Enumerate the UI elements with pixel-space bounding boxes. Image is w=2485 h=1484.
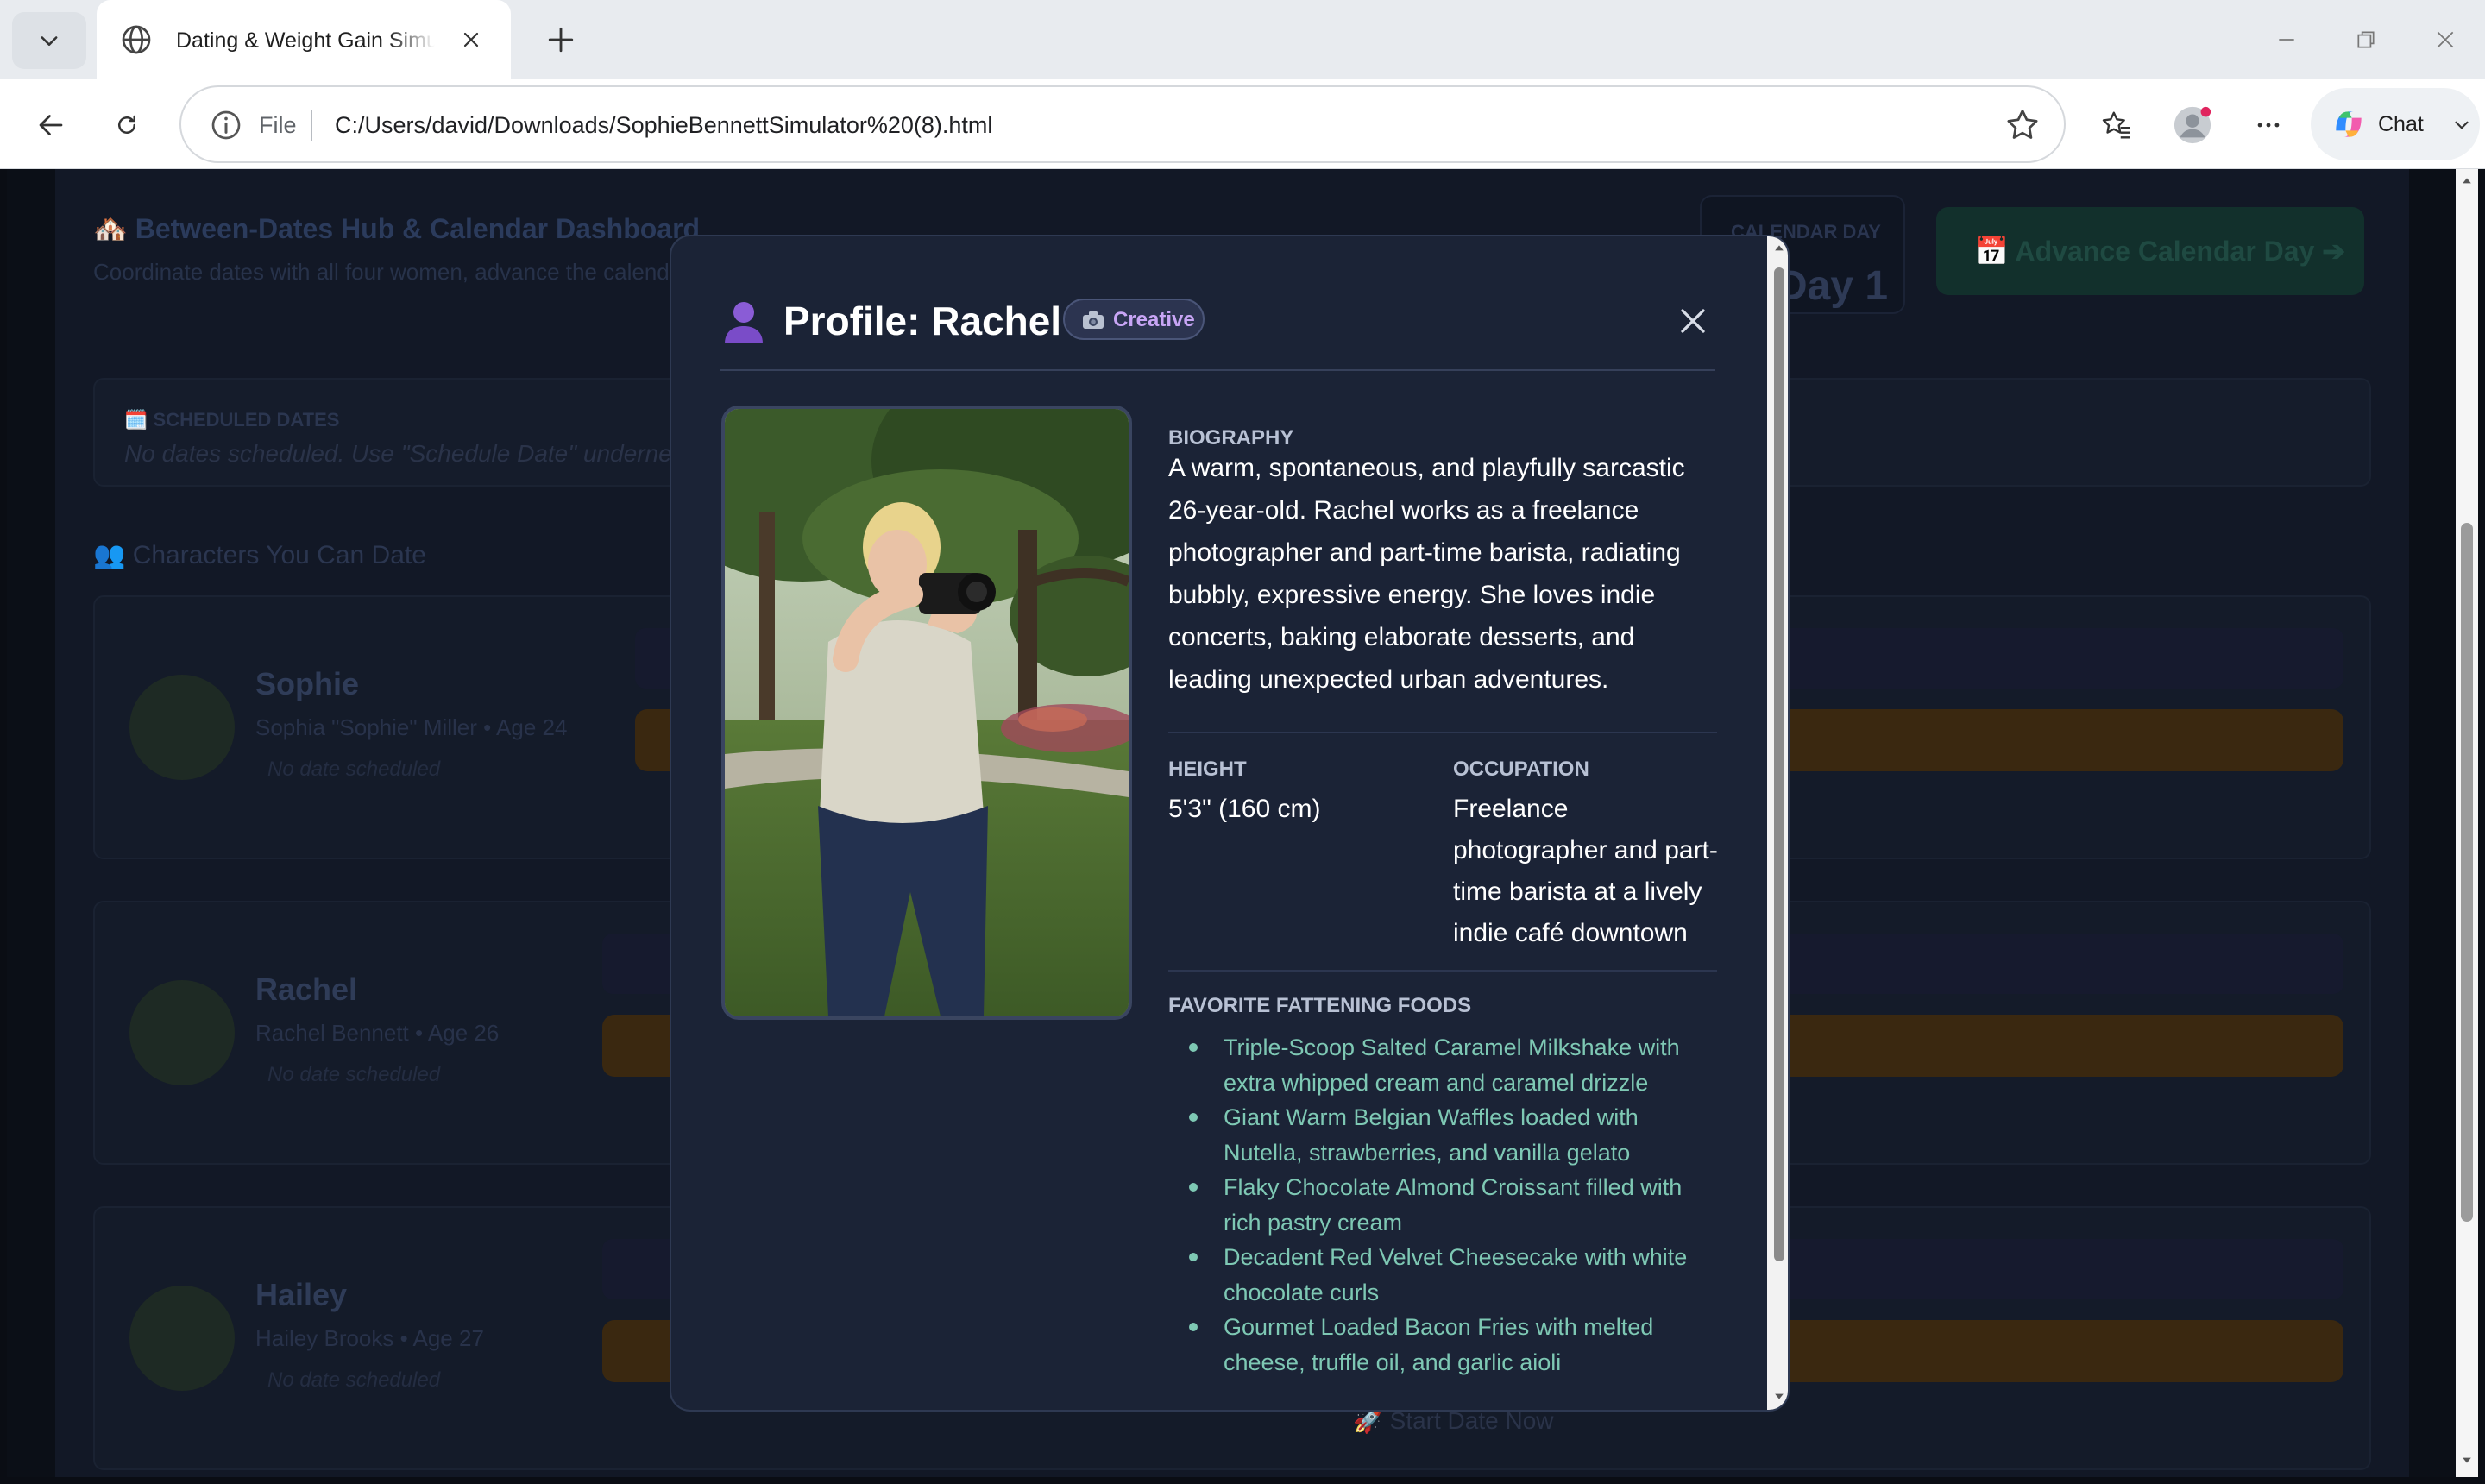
tab-actions-menu-button[interactable] bbox=[12, 12, 86, 69]
biography-text: A warm, spontaneous, and playfully sarca… bbox=[1168, 454, 1685, 694]
character-name: Rachel bbox=[255, 972, 358, 1007]
restore-icon bbox=[2357, 31, 2375, 48]
stats-divider bbox=[1168, 970, 1717, 972]
character-name: Sophie bbox=[255, 666, 360, 701]
personality-badge: Creative bbox=[1063, 299, 1205, 340]
character-detail: Rachel Bennett • Age 26 bbox=[255, 1020, 500, 1046]
advance-calendar-day-label: 📅 Advance Calendar Day ➔ bbox=[1974, 236, 2346, 267]
page-scroll-thumb[interactable] bbox=[2461, 523, 2473, 1222]
occupation-label: OCCUPATION bbox=[1453, 758, 1589, 781]
scheduled-dates-empty: No dates scheduled. Use "Schedule Date" … bbox=[124, 440, 706, 467]
new-tab-button[interactable] bbox=[540, 19, 582, 60]
address-separator bbox=[311, 110, 312, 141]
favorite-foods-label: FAVORITE FATTENING FOODS bbox=[1168, 994, 1472, 1017]
address-bar[interactable]: File C:/Users/david/Downloads/SophieBenn… bbox=[179, 85, 2066, 163]
tab-title: Dating & Weight Gain Simulator bbox=[176, 28, 435, 53]
character-status: No date scheduled bbox=[267, 1368, 441, 1392]
characters-title: 👥 Characters You Can Date bbox=[93, 541, 426, 569]
globe-icon bbox=[122, 25, 151, 54]
scroll-down-icon[interactable] bbox=[1774, 1391, 1784, 1401]
restore-button[interactable] bbox=[2345, 21, 2387, 59]
list-item: Flaky Chocolate Almond Croissant filled … bbox=[1189, 1170, 1719, 1240]
height-label: HEIGHT bbox=[1168, 758, 1247, 781]
modal-title: Profile: Rachel bbox=[783, 299, 1062, 343]
close-icon bbox=[463, 32, 479, 47]
avatar bbox=[129, 980, 235, 1085]
modal-header-divider bbox=[720, 369, 1715, 371]
reload-button[interactable] bbox=[104, 102, 150, 148]
profile-button[interactable] bbox=[2169, 102, 2216, 148]
arrow-left-icon bbox=[39, 115, 63, 135]
more-horizontal-icon bbox=[2257, 123, 2280, 128]
occupation-value: Freelance photographer and part-time bar… bbox=[1453, 795, 1718, 947]
copilot-chat-button[interactable]: Chat bbox=[2311, 88, 2480, 160]
modal-scroll-thumb[interactable] bbox=[1774, 267, 1784, 1261]
avatar bbox=[129, 1286, 235, 1391]
info-icon[interactable] bbox=[209, 108, 243, 142]
list-item: Triple-Scoop Salted Caramel Milkshake wi… bbox=[1189, 1030, 1719, 1100]
scroll-up-icon[interactable] bbox=[1774, 243, 1784, 254]
minimize-button[interactable] bbox=[2266, 21, 2307, 59]
close-icon bbox=[2437, 31, 2454, 48]
copilot-logo-icon bbox=[2336, 111, 2362, 137]
avatar bbox=[2174, 106, 2211, 144]
calendar-day-value: Day 1 bbox=[1777, 263, 1889, 309]
url-scheme-label: File bbox=[259, 112, 297, 138]
avatar bbox=[129, 675, 235, 780]
character-status: No date scheduled bbox=[267, 1063, 441, 1086]
profile-modal: Profile: Rachel Creative BIOGRAPHY A war… bbox=[670, 235, 1790, 1412]
character-name: Hailey bbox=[255, 1277, 348, 1312]
favorites-button[interactable] bbox=[2093, 102, 2140, 148]
scroll-up-icon[interactable] bbox=[2462, 176, 2472, 186]
star-icon[interactable] bbox=[2004, 106, 2041, 144]
minimize-icon bbox=[2279, 39, 2294, 41]
camera-icon bbox=[1083, 311, 1104, 329]
reload-icon bbox=[118, 115, 135, 134]
page-scrollbar[interactable] bbox=[2456, 169, 2478, 1477]
active-tab[interactable]: Dating & Weight Gain Simulator bbox=[97, 0, 511, 79]
hub-title: 🏘️ Between-Dates Hub & Calendar Dashboar… bbox=[93, 213, 701, 244]
browser-tab-bar: Dating & Weight Gain Simulator bbox=[0, 0, 2485, 79]
character-detail: Hailey Brooks • Age 27 bbox=[255, 1325, 484, 1351]
modal-scrollbar[interactable] bbox=[1767, 236, 1788, 1410]
plus-icon bbox=[548, 27, 574, 53]
scheduled-dates-title: 🗓️ SCHEDULED DATES bbox=[124, 409, 340, 431]
list-item: Giant Warm Belgian Waffles loaded with N… bbox=[1189, 1100, 1719, 1170]
browser-toolbar: File C:/Users/david/Downloads/SophieBenn… bbox=[0, 79, 2485, 169]
back-button[interactable] bbox=[28, 102, 74, 148]
badge-label: Creative bbox=[1113, 308, 1195, 331]
tab-close-button[interactable] bbox=[454, 22, 488, 57]
favorites-star-icon bbox=[2102, 111, 2130, 139]
character-status: No date scheduled bbox=[267, 758, 441, 781]
hub-subtitle: Coordinate dates with all four women, ad… bbox=[93, 259, 689, 285]
close-icon bbox=[1681, 309, 1705, 333]
list-item: Decadent Red Velvet Cheesecake with whit… bbox=[1189, 1240, 1719, 1310]
person-silhouette-icon bbox=[725, 302, 763, 343]
profile-photo-illustration bbox=[725, 409, 1129, 1016]
character-detail: Sophia "Sophie" Miller • Age 24 bbox=[255, 714, 568, 740]
modal-close-button[interactable] bbox=[1672, 300, 1714, 342]
scroll-down-icon[interactable] bbox=[2462, 1455, 2472, 1465]
advance-calendar-day-button[interactable]: 📅 Advance Calendar Day ➔ bbox=[1936, 207, 2364, 295]
more-options-button[interactable] bbox=[2245, 102, 2292, 148]
profile-photo bbox=[721, 406, 1132, 1020]
chat-label: Chat bbox=[2378, 112, 2424, 136]
favorite-foods-list: Triple-Scoop Salted Caramel Milkshake wi… bbox=[1189, 1030, 1719, 1380]
url-text[interactable]: C:/Users/david/Downloads/SophieBennettSi… bbox=[335, 108, 992, 142]
chevron-down-icon bbox=[2455, 121, 2469, 129]
close-window-button[interactable] bbox=[2425, 21, 2466, 59]
chevron-down-icon bbox=[41, 36, 58, 46]
height-value: 5'3" (160 cm) bbox=[1168, 795, 1321, 823]
bio-divider bbox=[1168, 732, 1717, 733]
list-item: Gourmet Loaded Bacon Fries with melted c… bbox=[1189, 1310, 1719, 1380]
